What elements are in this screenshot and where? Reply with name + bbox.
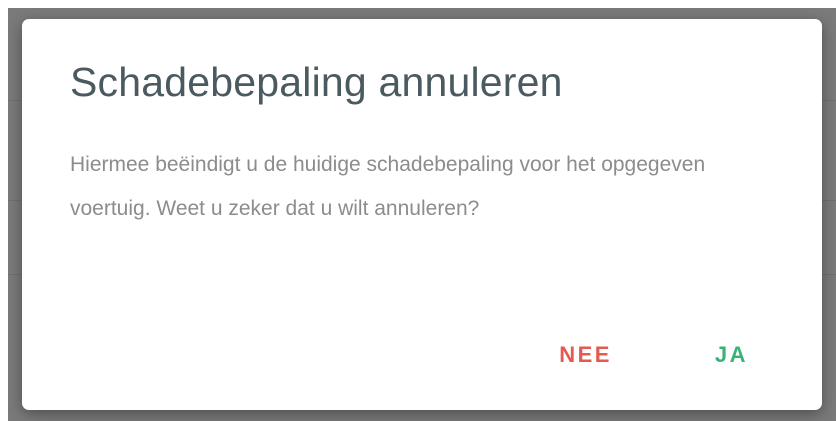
dialog-message: Hiermee beëindigt u de huidige schadebep… xyxy=(70,153,706,220)
no-button[interactable]: NEE xyxy=(547,334,624,376)
confirm-cancel-dialog: Schadebepaling annuleren Hiermee beëindi… xyxy=(22,19,822,410)
yes-button[interactable]: JA xyxy=(703,334,760,376)
dialog-title: Schadebepaling annuleren xyxy=(70,59,563,105)
dialog-actions: NEE JA xyxy=(422,310,822,410)
